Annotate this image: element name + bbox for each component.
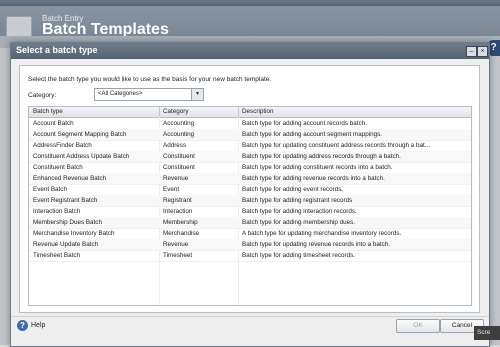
category-dropdown[interactable]: <All Categories> ▾ xyxy=(94,88,204,101)
close-icon[interactable]: × xyxy=(477,46,488,57)
cell-description: Batch type for updating address records … xyxy=(242,153,401,160)
category-label: Category: xyxy=(28,92,57,99)
cell-category: Revenue xyxy=(163,175,189,182)
dialog-body: Select the batch type you would like to … xyxy=(19,65,480,313)
cell-category: Event xyxy=(163,186,180,193)
dialog-title: Select a batch type xyxy=(16,45,98,55)
cell-batch-type: Account Segment Mapping Batch xyxy=(33,131,127,138)
cell-batch-type: Constituent Address Update Batch xyxy=(33,153,130,160)
cell-category: Accounting xyxy=(163,120,195,127)
footer-divider xyxy=(11,316,489,317)
cell-batch-type: Merchandise Inventory Batch xyxy=(33,230,115,237)
cell-description: Batch type for adding revenue records in… xyxy=(242,175,385,182)
cell-batch-type: Event Batch xyxy=(33,186,67,193)
cell-category: Revenue xyxy=(163,241,189,248)
column-header-description[interactable]: Description xyxy=(242,108,274,115)
cell-category: Merchandise xyxy=(163,230,200,237)
cell-batch-type: Membership Dues Batch xyxy=(33,219,102,226)
instructions-text: Select the batch type you would like to … xyxy=(28,76,272,83)
cell-category: Constituent xyxy=(163,164,195,171)
cell-batch-type: Interaction Batch xyxy=(33,208,81,215)
grid-header: Batch type Category Description xyxy=(29,107,471,118)
cell-description: A batch type for updating merchandise in… xyxy=(242,230,402,237)
cell-description: Batch type for adding account segment ma… xyxy=(242,131,383,138)
category-dropdown-value: <All Categories> xyxy=(98,91,143,97)
cell-batch-type: Revenue Update Batch xyxy=(33,241,99,248)
column-header-category[interactable]: Category xyxy=(163,108,189,115)
cell-category: Accounting xyxy=(163,131,195,138)
dialog-titlebar[interactable]: Select a batch type – × xyxy=(11,43,489,59)
chevron-down-icon[interactable]: ▾ xyxy=(191,89,203,100)
help-icon[interactable]: ? xyxy=(17,320,28,331)
cell-category: Constituent xyxy=(163,153,195,160)
batch-type-grid: Batch type Category Description Account … xyxy=(28,106,472,306)
cell-batch-type: Constituent Batch xyxy=(33,164,83,171)
cell-description: Batch type for updating constituent addr… xyxy=(242,142,430,149)
cell-batch-type: Timesheet Batch xyxy=(33,252,81,259)
table-row[interactable]: Timesheet Batch Timesheet Batch type for a… xyxy=(29,250,471,262)
column-divider[interactable] xyxy=(238,107,239,117)
ok-button[interactable]: OK xyxy=(396,319,440,333)
minimize-icon[interactable]: – xyxy=(466,46,477,57)
cell-category: Address xyxy=(163,142,187,149)
select-batch-type-dialog: Select a batch type – × Select the batch… xyxy=(10,42,490,347)
taskbar-tab[interactable]: Scre xyxy=(474,326,500,340)
cell-description: Batch type for adding interaction record… xyxy=(242,208,357,215)
column-header-batch-type[interactable]: Batch type xyxy=(33,108,63,115)
cell-category: Interaction xyxy=(163,208,193,215)
cell-description: Batch type for adding account records ba… xyxy=(242,120,367,127)
cell-category: Timesheet xyxy=(163,252,193,259)
cell-batch-type: Enhanced Revenue Batch xyxy=(33,175,107,182)
cell-description: Batch type for adding timesheet records. xyxy=(242,252,356,259)
cell-batch-type: Event Registrant Batch xyxy=(33,197,98,204)
cell-description: Batch type for adding registrant records xyxy=(242,197,353,204)
cell-description: Batch type for updating revenue records … xyxy=(242,241,391,248)
cell-batch-type: AddressFinder Batch xyxy=(33,142,92,149)
cell-category: Membership xyxy=(163,219,198,226)
app-header: Batch Entry Batch Templates xyxy=(0,6,500,40)
help-link[interactable]: Help xyxy=(31,322,45,329)
cell-batch-type: Account Batch xyxy=(33,120,74,127)
column-divider[interactable] xyxy=(159,107,160,117)
cell-description: Batch type for adding membership dues. xyxy=(242,219,356,226)
cell-description: Batch type for adding constituent record… xyxy=(242,164,393,171)
cell-category: Registrant xyxy=(163,197,192,204)
cell-description: Batch type for adding event records. xyxy=(242,186,344,193)
